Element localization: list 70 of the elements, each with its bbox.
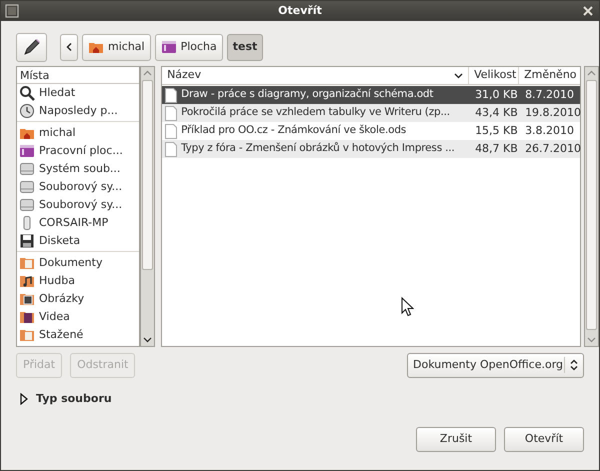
collapsed-triangle-icon [20,393,28,405]
music-folder-icon [19,273,35,289]
column-header[interactable]: Místa [17,67,140,84]
document-icon [165,88,178,102]
file-date: 8.7.2010 [524,86,576,103]
document-icon [165,142,178,156]
column-header[interactable]: Název [162,67,468,84]
scrollbar[interactable] [140,66,156,347]
up-down-arrows-icon [570,359,578,371]
chevron-left-icon [66,43,72,51]
place-item[interactable]: Naposledy p... [39,102,118,120]
file-date: 19.8.2010 [524,104,582,121]
place-item[interactable]: Obrázky [39,290,84,308]
file-size: 31,0 KB [474,86,519,103]
file-name: Pokročilá práce se vzhledem tabulky ve Writeru (zp... [181,105,450,120]
file-size: 15,5 KB [474,122,519,139]
pencil-icon [22,37,42,57]
folder-icon [19,255,35,271]
file-type-expander[interactable]: Typ souboru [20,392,112,406]
window-menu-icon[interactable] [5,4,19,18]
pictures-folder-icon [19,291,35,307]
search-icon [19,85,35,101]
place-item[interactable]: Videa [39,308,70,326]
file-date: 26.7.2010 [524,140,582,157]
file-name: Draw - práce s diagramy, organizační schéma.odt [181,87,434,102]
file-name: Příklad pro OO.cz - Známkování ve škole.ods [181,123,406,138]
file-row[interactable]: Pokročilá práce se vzhledem tabulky ve Writeru (zp... 43,4 KB 19.8.2010 [162,104,580,122]
dialog-button[interactable]: Otevřít [504,427,584,452]
path-button[interactable]: Plocha [154,34,223,60]
file-name: Typy z fóra - Zmenšení obrázků v hotových Impress ... [181,141,455,156]
scroll-thumb[interactable] [586,80,597,330]
file-row[interactable]: Draw - práce s diagramy, organizační schéma.odt 31,0 KB 8.7.2010 [162,86,580,104]
file-row[interactable]: Typy z fóra - Zmenšení obrázků v hotových Impress ... 48,7 KB 26.7.2010 [162,140,580,158]
window-title: Otevřít [278,2,322,19]
column-header[interactable]: Změněno [518,67,580,84]
scrollbar[interactable] [584,66,599,347]
hard-drive-icon [19,161,35,177]
desktop-icon [19,143,35,159]
document-icon [165,106,178,120]
edit-location-button[interactable] [16,32,47,62]
folder-icon [19,327,35,343]
clock-icon [19,103,35,119]
path-button[interactable]: test [226,34,264,60]
dialog-button[interactable]: Zrušit [416,427,496,452]
place-item[interactable]: Disketa [39,232,80,250]
film-folder-icon [19,309,35,325]
place-item[interactable]: Souborový sy... [39,196,122,214]
place-item[interactable]: Souborový sy... [39,178,122,196]
column-header[interactable]: Velikost [468,67,518,84]
mouse-pointer-icon [401,297,414,317]
place-item[interactable]: Dokumenty [39,254,102,272]
place-item[interactable]: CORSAIR-MP [39,214,108,232]
place-item[interactable]: Systém soub... [39,160,120,178]
place-item[interactable]: Pracovní ploc... [39,142,123,160]
hard-drive-icon [19,179,35,195]
close-icon[interactable] [583,6,593,16]
scroll-thumb[interactable] [142,80,154,270]
back-button[interactable] [60,34,78,60]
place-item[interactable]: Stažené [39,326,84,344]
desktop-icon [160,39,177,55]
file-size: 43,4 KB [474,104,519,121]
path-button[interactable]: michal [82,34,151,60]
place-item[interactable]: Hudba [39,272,75,290]
file-size: 48,7 KB [474,140,519,157]
place-item[interactable]: Hledat [39,84,76,102]
hard-drive-icon [19,197,35,213]
document-icon [165,124,178,138]
file-date: 3.8.2010 [524,122,576,139]
place-item[interactable]: michal [39,124,76,142]
file-type-dropdown[interactable]: Dokumenty OpenOffice.org [407,352,584,378]
